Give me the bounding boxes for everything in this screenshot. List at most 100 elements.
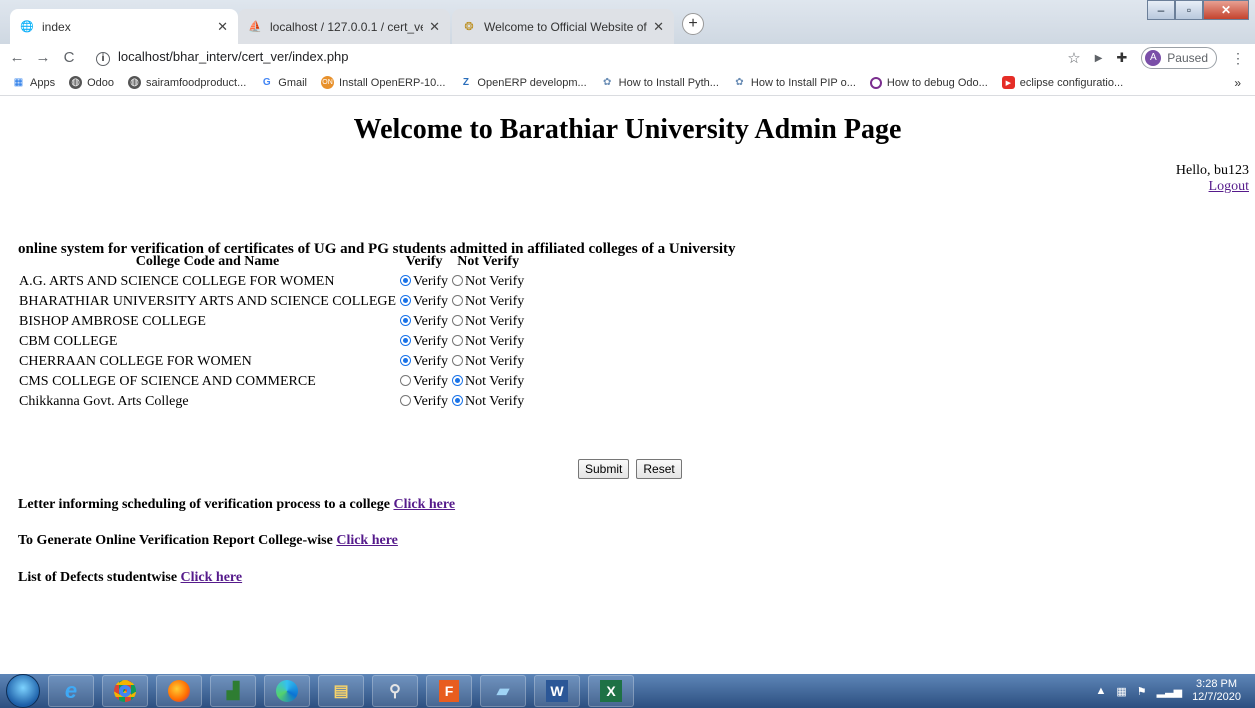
windows-taskbar: e ▟ ▤ ⚲ F ▰ W X ▲ ▦ ⚑ ▂▃▅ 3:28 PM 12/7/2… xyxy=(0,674,1255,708)
close-window-button[interactable]: ✕ xyxy=(1203,0,1249,20)
not-verify-label[interactable]: Not Verify xyxy=(465,274,524,289)
new-tab-button[interactable]: + xyxy=(682,13,704,35)
search-tool-icon[interactable]: ⚲ xyxy=(372,675,418,707)
verify-radio[interactable] xyxy=(400,295,412,306)
reset-button[interactable]: Reset xyxy=(636,459,682,479)
tab-index[interactable]: 🌐 index ✕ xyxy=(10,9,238,44)
bookmark-openerp-dev[interactable]: Z OpenERP developm... xyxy=(459,76,587,89)
bookmark-gmail[interactable]: G Gmail xyxy=(260,76,307,89)
word-icon[interactable]: W xyxy=(534,675,580,707)
excel-icon[interactable]: X xyxy=(588,675,634,707)
not-verify-cell: Not Verify xyxy=(451,333,525,351)
verify-radio[interactable] xyxy=(400,315,412,326)
not-verify-radio[interactable] xyxy=(452,355,464,366)
college-name: CHERRAAN COLLEGE FOR WOMEN xyxy=(19,354,252,369)
bookmark-odoo-debug[interactable]: How to debug Odo... xyxy=(869,76,988,89)
chrome-icon[interactable] xyxy=(102,675,148,707)
verify-radio[interactable] xyxy=(400,275,412,286)
close-icon[interactable]: ✕ xyxy=(217,19,228,35)
ie-icon[interactable]: e xyxy=(48,675,94,707)
verify-label[interactable]: Verify xyxy=(413,334,448,349)
firefox-icon[interactable] xyxy=(156,675,202,707)
edge-icon[interactable] xyxy=(264,675,310,707)
verify-cell: Verify xyxy=(399,273,449,291)
verify-radio[interactable] xyxy=(400,355,412,366)
verify-label[interactable]: Verify xyxy=(413,314,448,329)
back-icon[interactable]: ← xyxy=(4,49,30,66)
college-name: CBM COLLEGE xyxy=(19,334,118,349)
tab-title: localhost / 127.0.0.1 / cert_ver / c xyxy=(270,19,423,34)
more-bookmarks-icon[interactable]: » xyxy=(1234,76,1241,90)
not-verify-label[interactable]: Not Verify xyxy=(465,314,524,329)
bookmark-openerp-install[interactable]: ON Install OpenERP-10... xyxy=(321,76,445,89)
star-icon[interactable]: ☆ xyxy=(1067,49,1080,67)
close-icon[interactable]: ✕ xyxy=(653,19,664,35)
verify-label[interactable]: Verify xyxy=(413,294,448,309)
not-verify-radio[interactable] xyxy=(452,295,464,306)
network-icon[interactable]: ▦ xyxy=(1116,685,1126,698)
tab-university[interactable]: ❂ Welcome to Official Website of B ✕ xyxy=(452,9,674,44)
globe-icon: ◍ xyxy=(69,76,83,89)
bookmark-sairam[interactable]: ◍ sairamfoodproduct... xyxy=(128,76,246,89)
link-description: Letter informing scheduling of verificat… xyxy=(18,497,390,512)
verify-label[interactable]: Verify xyxy=(413,354,448,369)
url-field[interactable]: i localhost/bhar_interv/cert_ver/index.ph… xyxy=(96,49,349,66)
chart-app-icon[interactable]: ▟ xyxy=(210,675,256,707)
not-verify-radio[interactable] xyxy=(452,375,464,386)
verify-radio[interactable] xyxy=(400,395,412,406)
not-verify-radio[interactable] xyxy=(452,395,464,406)
bookmark-pip[interactable]: ✿ How to Install PIP o... xyxy=(733,76,856,89)
clock[interactable]: 3:28 PM 12/7/2020 xyxy=(1192,678,1241,704)
submit-button[interactable]: Submit xyxy=(578,459,630,479)
not-verify-label[interactable]: Not Verify xyxy=(465,394,524,409)
not-verify-label[interactable]: Not Verify xyxy=(465,294,524,309)
verify-label[interactable]: Verify xyxy=(413,274,448,289)
verify-cell: Verify xyxy=(399,313,449,331)
profile-button[interactable]: A Paused xyxy=(1141,47,1217,69)
cast-icon[interactable]: ▶ xyxy=(1095,53,1103,64)
bookmark-python[interactable]: ✿ How to Install Pyth... xyxy=(601,76,719,89)
verify-label[interactable]: Verify xyxy=(413,374,448,389)
info-icon[interactable]: i xyxy=(96,51,110,66)
z-icon: Z xyxy=(462,77,469,88)
signal-icon[interactable]: ▂▃▅ xyxy=(1157,685,1182,698)
not-verify-radio[interactable] xyxy=(452,315,464,326)
verify-radio[interactable] xyxy=(400,375,412,386)
notepad-icon[interactable]: ▰ xyxy=(480,675,526,707)
logout-link[interactable]: Logout xyxy=(1209,179,1249,194)
letter-click-here-link[interactable]: Click here xyxy=(393,497,455,512)
filezilla-icon[interactable]: F xyxy=(426,675,472,707)
close-icon[interactable]: ✕ xyxy=(429,19,440,35)
not-verify-label[interactable]: Not Verify xyxy=(465,374,524,389)
verify-label[interactable]: Verify xyxy=(413,394,448,409)
not-verify-radio[interactable] xyxy=(452,335,464,346)
bookmark-eclipse[interactable]: ▶ eclipse configuratio... xyxy=(1001,76,1123,89)
bookmark-apps[interactable]: ▦ Apps xyxy=(12,76,55,89)
minimize-button[interactable]: – xyxy=(1147,0,1175,20)
flag-icon[interactable]: ⚑ xyxy=(1137,685,1147,698)
forward-icon[interactable]: → xyxy=(30,49,56,66)
bookmark-label: sairamfoodproduct... xyxy=(146,76,247,89)
explorer-icon[interactable]: ▤ xyxy=(318,675,364,707)
not-verify-label[interactable]: Not Verify xyxy=(465,334,524,349)
tray-expand-icon[interactable]: ▲ xyxy=(1096,685,1107,697)
report-click-here-link[interactable]: Click here xyxy=(336,533,398,548)
defects-click-here-link[interactable]: Click here xyxy=(181,570,243,585)
not-verify-label[interactable]: Not Verify xyxy=(465,354,524,369)
verify-cell: Verify xyxy=(399,333,449,351)
profile-status: Paused xyxy=(1167,51,1208,65)
not-verify-cell: Not Verify xyxy=(451,313,525,331)
menu-icon[interactable]: ⋮ xyxy=(1231,50,1245,67)
reload-icon[interactable]: C xyxy=(56,49,82,66)
verify-cell: Verify xyxy=(399,293,449,311)
start-button[interactable] xyxy=(6,674,40,708)
extensions-icon[interactable]: ✚ xyxy=(1116,50,1127,66)
not-verify-radio[interactable] xyxy=(452,275,464,286)
tab-phpmyadmin[interactable]: ⛵ localhost / 127.0.0.1 / cert_ver / c ✕ xyxy=(238,9,450,44)
college-name: BHARATHIAR UNIVERSITY ARTS AND SCIENCE C… xyxy=(19,294,397,309)
table-header: College Code and Name Verify Not Verify xyxy=(18,253,525,271)
bookmark-odoo[interactable]: ◍ Odoo xyxy=(69,76,114,89)
link-description: List of Defects studentwise xyxy=(18,570,178,585)
maximize-button[interactable]: ▫ xyxy=(1175,0,1203,20)
verify-radio[interactable] xyxy=(400,335,412,346)
